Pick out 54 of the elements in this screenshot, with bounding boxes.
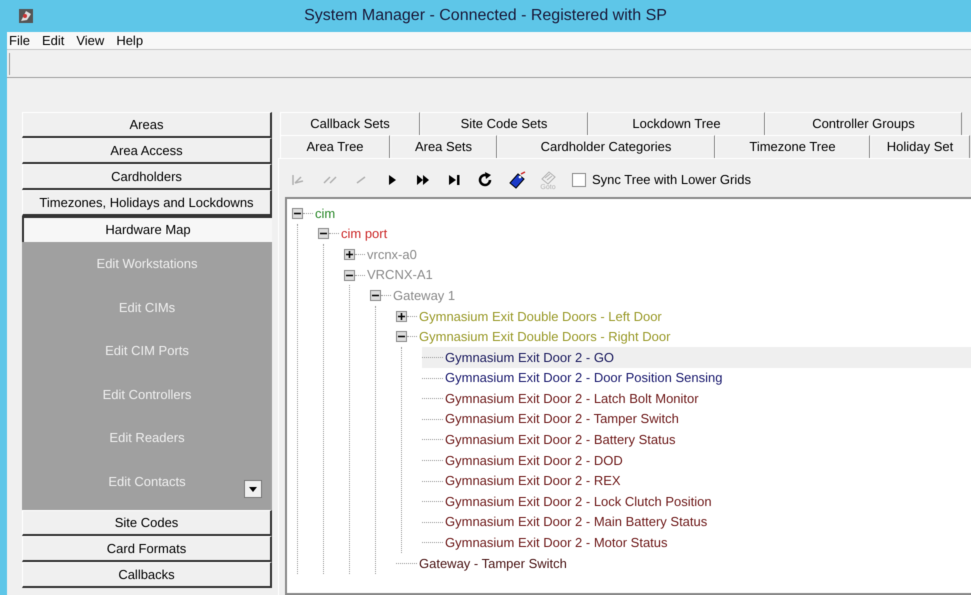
tree-item[interactable]: Gymnasium Exit Door 2 - Door Position Sensing — [445, 368, 722, 388]
tag-icon — [508, 171, 526, 189]
sidebar-button[interactable]: Timezones, Holidays and Lockdowns — [22, 190, 272, 216]
collapse-toggle[interactable] — [370, 290, 381, 302]
menu-item[interactable]: Help — [116, 30, 144, 50]
collapse-toggle[interactable] — [318, 228, 329, 240]
tree-item[interactable]: Gymnasium Exit Door 2 - DOD — [445, 450, 623, 470]
tree-item[interactable]: Gymnasium Exit Door 2 - Latch Bolt Monitor — [445, 388, 699, 408]
menu-item[interactable]: Edit — [42, 30, 64, 50]
sidebar-button[interactable]: Card Formats — [22, 536, 272, 562]
sidebar-button[interactable]: Cardholders — [22, 164, 272, 190]
tab[interactable]: Controller Groups — [765, 112, 962, 135]
app-icon — [18, 8, 34, 24]
sidebar-button[interactable]: Site Codes — [22, 510, 272, 536]
tree-item[interactable]: Gymnasium Exit Door 2 - Motor Status — [445, 533, 668, 553]
plus-icon — [398, 312, 405, 320]
collapse-toggle[interactable] — [396, 331, 407, 342]
checkbox-label[interactable]: Sync Tree with Lower Grids — [592, 170, 751, 190]
expand-toggle[interactable] — [344, 248, 355, 260]
sidebar-button[interactable]: Hardware Map — [22, 216, 272, 242]
tree-item[interactable]: cim port — [341, 224, 388, 244]
collapse-toggle[interactable] — [344, 270, 355, 281]
plus-icon — [346, 250, 353, 258]
window-title: System Manager - Connected - Registered with SP — [304, 6, 667, 26]
tab[interactable]: Holiday Set — [870, 135, 970, 158]
menu-item[interactable]: File — [9, 30, 30, 50]
tab[interactable]: Area Sets — [390, 135, 497, 158]
tab[interactable]: Lockdown Tree — [588, 112, 765, 135]
minus-icon — [372, 292, 379, 300]
sidebar-button[interactable]: Areas — [22, 112, 272, 138]
tab[interactable]: Area Tree — [280, 135, 390, 158]
tree-item[interactable]: Gateway - Tamper Switch — [419, 554, 567, 574]
tree-item[interactable]: Gymnasium Exit Door 2 - Tamper Switch — [445, 409, 679, 429]
sync-checkbox[interactable] — [572, 173, 586, 187]
tab[interactable]: Callback Sets — [280, 112, 420, 135]
sidebar-button[interactable]: Area Access — [22, 138, 272, 164]
tree-item[interactable]: Gymnasium Exit Door 2 - REX — [445, 471, 621, 491]
tree-item[interactable]: Gymnasium Exit Door 2 - GO — [445, 348, 614, 368]
sidebar-button[interactable]: Callbacks — [22, 562, 272, 588]
minus-icon — [398, 333, 405, 340]
scroll-down-button[interactable] — [244, 480, 262, 498]
caret-icon — [249, 486, 257, 492]
tree-item[interactable]: cim — [315, 204, 336, 224]
tree-item[interactable]: Gymnasium Exit Door 2 - Battery Status — [445, 430, 676, 450]
tab[interactable]: Site Code Sets — [420, 112, 588, 135]
tab[interactable]: Cardholder Categories — [497, 135, 715, 158]
minus-icon — [320, 230, 327, 238]
tree-item[interactable]: Gymnasium Exit Door 2 - Main Battery Status — [445, 512, 708, 532]
collapse-toggle[interactable] — [292, 208, 303, 219]
tree-item[interactable]: Gymnasium Exit Door 2 - Lock Clutch Position — [445, 492, 712, 512]
menu-item[interactable]: View — [76, 30, 104, 50]
expand-toggle[interactable] — [396, 310, 407, 322]
tab[interactable]: Timezone Tree — [715, 135, 870, 158]
toolbar-button[interactable] — [508, 171, 526, 189]
